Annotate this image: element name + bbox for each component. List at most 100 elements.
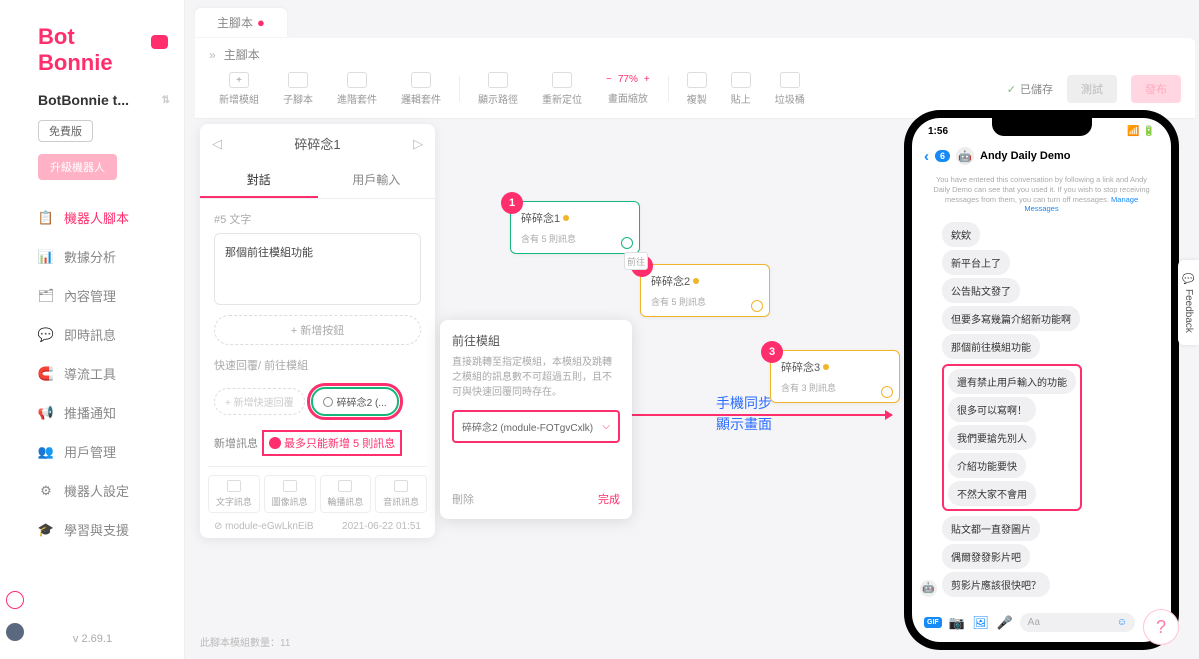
- nav-icon: 🧲: [38, 366, 54, 382]
- globe-icon[interactable]: [6, 591, 24, 609]
- sync-annotation: 手機同步顯示畫面: [716, 393, 772, 435]
- chat-input-bar: GIF 📷 🖼 🎤 Aa ☺ 👍: [918, 609, 1165, 636]
- nav-item-即時訊息[interactable]: 💬即時訊息: [0, 315, 184, 354]
- max-messages-warning: 最多只能新增 5 則訊息: [262, 430, 402, 456]
- advanced-kit-button[interactable]: 進階套件: [327, 70, 387, 108]
- nav-icon: 📊: [38, 249, 54, 265]
- chat-message: 偶爾發發影片吧: [942, 544, 1030, 569]
- goto-delete-button[interactable]: 刪除: [452, 491, 474, 507]
- goto-module-select[interactable]: 碎碎念2 (module-FOTgvCxlk) ⌵: [452, 410, 620, 443]
- paste-button[interactable]: 貼上: [721, 70, 761, 108]
- nav-item-導流工具[interactable]: 🧲導流工具: [0, 354, 184, 393]
- back-icon[interactable]: ‹: [924, 148, 929, 165]
- module-count-status: 此腳本模組數量：11: [200, 634, 290, 649]
- node-link-icon: [881, 386, 893, 398]
- nav-item-內容管理[interactable]: 🗂內容管理: [0, 276, 184, 315]
- feedback-tab[interactable]: 💬 Feedback: [1178, 260, 1199, 345]
- goto-icon: [323, 397, 333, 407]
- msg-type-icon: [227, 480, 241, 492]
- nav-item-數據分析[interactable]: 📊數據分析: [0, 237, 184, 276]
- workspace-selector[interactable]: BotBonnie t...⇅: [0, 86, 184, 116]
- chat-message: 公告貼文發了: [942, 278, 1020, 303]
- node-number-badge: 3: [761, 341, 783, 363]
- nav-icon: 🗂: [38, 288, 54, 304]
- nav-item-機器人腳本[interactable]: 📋機器人腳本: [0, 198, 184, 237]
- msg-type-button[interactable]: 圖像訊息: [264, 475, 316, 513]
- nav-item-推播通知[interactable]: 📢推播通知: [0, 393, 184, 432]
- tab-dialog[interactable]: 對話: [200, 163, 318, 198]
- msg-type-button[interactable]: 輪播訊息: [320, 475, 372, 513]
- chat-message: 那個前往模組功能: [942, 334, 1040, 359]
- goto-panel-description: 直接跳轉至指定模組，本模組及跳轉之模組的訊息數不可超過五則，且不可與快速回覆同時…: [452, 355, 620, 400]
- chat-message: 我們要搶先別人: [948, 425, 1036, 450]
- gif-icon[interactable]: GIF: [924, 617, 942, 628]
- module-editor-panel: ◁ 碎碎念1 ▷ 對話 用戶輸入 #5 文字 那個前往模組功能 + 新增按鈕 快…: [200, 124, 435, 538]
- goto-panel-title: 前往模組: [452, 332, 620, 349]
- chat-message: 剪影片應該很快吧？: [942, 572, 1050, 597]
- publish-button[interactable]: 發布: [1131, 75, 1181, 103]
- show-path-button[interactable]: 顯示路徑: [468, 70, 528, 108]
- highlighted-message-group: 還有禁止用戶輸入的功能很多可以寫啊！我們要搶先別人介紹功能要快不然大家不會用: [942, 364, 1082, 511]
- chat-message: 但要多寫幾篇介紹新功能啊: [942, 306, 1080, 331]
- user-avatar[interactable]: [6, 623, 24, 641]
- logic-kit-button[interactable]: 邏輯套件: [391, 70, 451, 108]
- sub-script-button[interactable]: 子腳本: [273, 70, 323, 108]
- flow-node-1[interactable]: 1 碎碎念1 含有 5 則訊息: [510, 201, 640, 254]
- zoom-in-button[interactable]: +: [644, 74, 650, 85]
- phone-notch: [992, 118, 1092, 136]
- add-quick-reply-button[interactable]: + 新增快速回覆: [214, 388, 305, 415]
- prev-module-button[interactable]: ◁: [212, 136, 222, 152]
- plan-tag: 免費版: [38, 120, 93, 142]
- msg-type-button[interactable]: 文字訊息: [208, 475, 260, 513]
- copy-button[interactable]: 複製: [677, 70, 717, 108]
- camera-icon[interactable]: 📷: [948, 614, 966, 632]
- script-tab[interactable]: 主腳本●: [195, 8, 287, 37]
- add-module-button[interactable]: +新增模組: [209, 70, 269, 108]
- goto-module-pill[interactable]: 碎碎念2 (...: [311, 387, 399, 416]
- timestamp-label: 2021-06-22 01:51: [342, 521, 421, 532]
- mic-icon[interactable]: 🎤: [996, 614, 1014, 632]
- trash-button[interactable]: 垃圾桶: [765, 70, 815, 108]
- version-label: v 2.69.1: [0, 633, 185, 645]
- chat-message: 新平台上了: [942, 250, 1010, 275]
- goto-module-panel: 前往模組 直接跳轉至指定模組，本模組及跳轉之模組的訊息數不可超過五則，且不可與快…: [440, 320, 632, 519]
- emoji-icon[interactable]: ☺: [1117, 617, 1127, 628]
- chat-text-input[interactable]: Aa ☺: [1020, 613, 1135, 632]
- message-text-input[interactable]: 那個前往模組功能: [214, 233, 421, 305]
- chat-disclaimer: You have entered this conversation by fo…: [912, 171, 1171, 222]
- quick-reply-section-label: 快速回覆/ 前往模組: [200, 345, 435, 379]
- nav-item-學習與支援[interactable]: 🎓學習與支援: [0, 510, 184, 549]
- chevron-down-icon: ⌵: [602, 421, 610, 432]
- chat-message: 很多可以寫啊！: [948, 397, 1036, 422]
- add-button-button[interactable]: + 新增按鈕: [214, 315, 421, 345]
- zoom-out-button[interactable]: −: [606, 74, 612, 85]
- msg-type-button[interactable]: 音訊訊息: [375, 475, 427, 513]
- goto-done-button[interactable]: 完成: [598, 491, 620, 507]
- upgrade-button[interactable]: 升級機器人: [38, 154, 117, 180]
- msg-type-icon: [283, 480, 297, 492]
- flow-connector-label: 前往: [624, 252, 648, 270]
- signal-battery-icon: 📶 🔋: [1127, 126, 1155, 137]
- nav-item-機器人設定[interactable]: ⚙機器人設定: [0, 471, 184, 510]
- nav-item-用戶管理[interactable]: 👥用戶管理: [0, 432, 184, 471]
- chat-header: ‹ 6 🤖 Andy Daily Demo: [912, 141, 1171, 171]
- next-module-button[interactable]: ▷: [413, 136, 423, 152]
- flow-node-3[interactable]: 3 碎碎念3 含有 3 則訊息: [770, 350, 900, 403]
- status-dot-icon: [693, 278, 699, 284]
- unread-badge: 6: [935, 150, 950, 162]
- warning-icon: [269, 437, 281, 449]
- chat-message: 貼文都一直發圖片: [942, 516, 1040, 541]
- help-button[interactable]: ?: [1143, 609, 1179, 645]
- nav-icon: 👥: [38, 444, 54, 460]
- chat-message: 介紹功能要快: [948, 453, 1026, 478]
- status-dot-icon: [563, 215, 569, 221]
- reposition-button[interactable]: 重新定位: [532, 70, 592, 108]
- flow-node-2[interactable]: 2 碎碎念2 含有 5 則訊息: [640, 264, 770, 317]
- tab-user-input[interactable]: 用戶輸入: [318, 163, 436, 198]
- chevron-updown-icon: ⇅: [162, 95, 170, 106]
- image-icon[interactable]: 🖼: [972, 614, 990, 632]
- module-title: 碎碎念1: [294, 134, 340, 153]
- test-button[interactable]: 測試: [1067, 75, 1117, 103]
- chat-title: Andy Daily Demo: [980, 150, 1070, 162]
- zoom-control[interactable]: − 77% + 畫面縮放: [596, 72, 660, 107]
